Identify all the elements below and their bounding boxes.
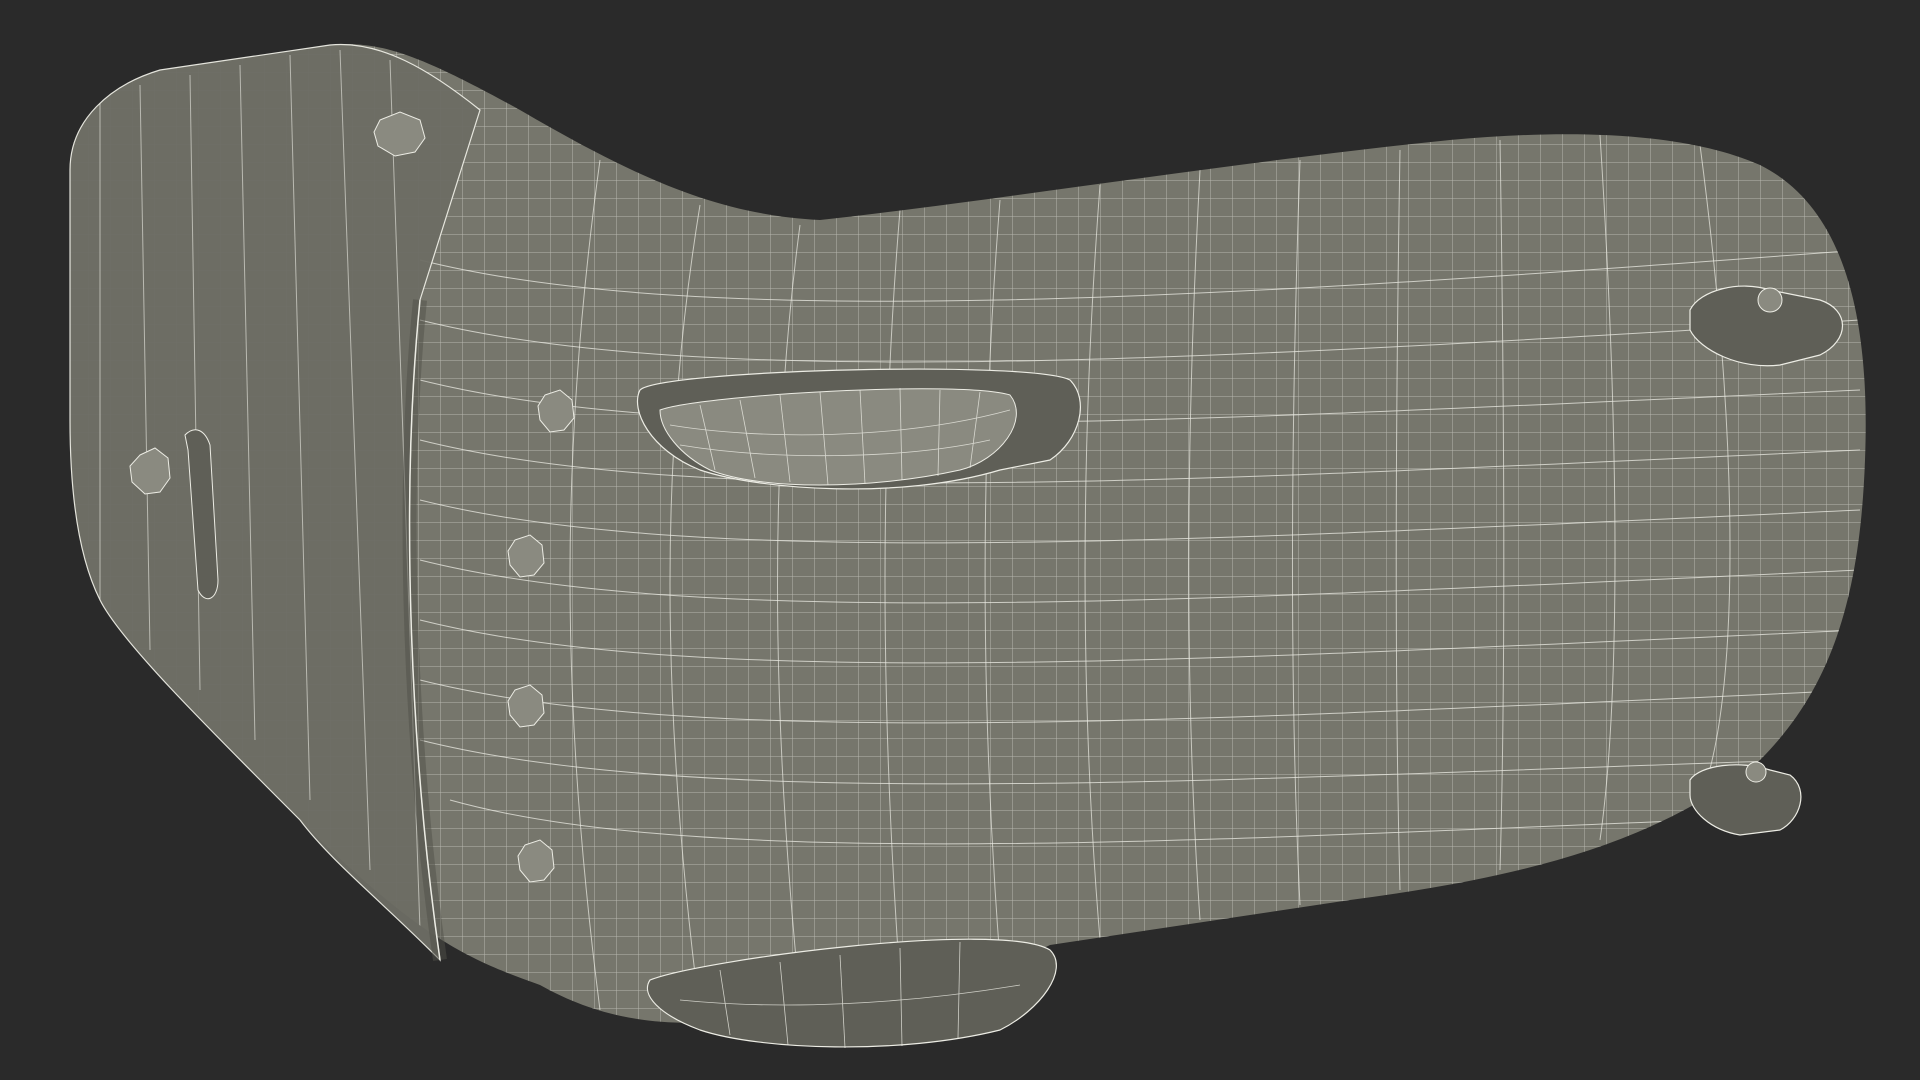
bolt-head bbox=[1745, 761, 1767, 783]
mount-clip-bottom bbox=[1689, 761, 1802, 836]
wireframe-render bbox=[69, 43, 1866, 1049]
main-body bbox=[69, 43, 1866, 1023]
render-viewport bbox=[0, 0, 1920, 1080]
bolt-head bbox=[1757, 287, 1783, 313]
